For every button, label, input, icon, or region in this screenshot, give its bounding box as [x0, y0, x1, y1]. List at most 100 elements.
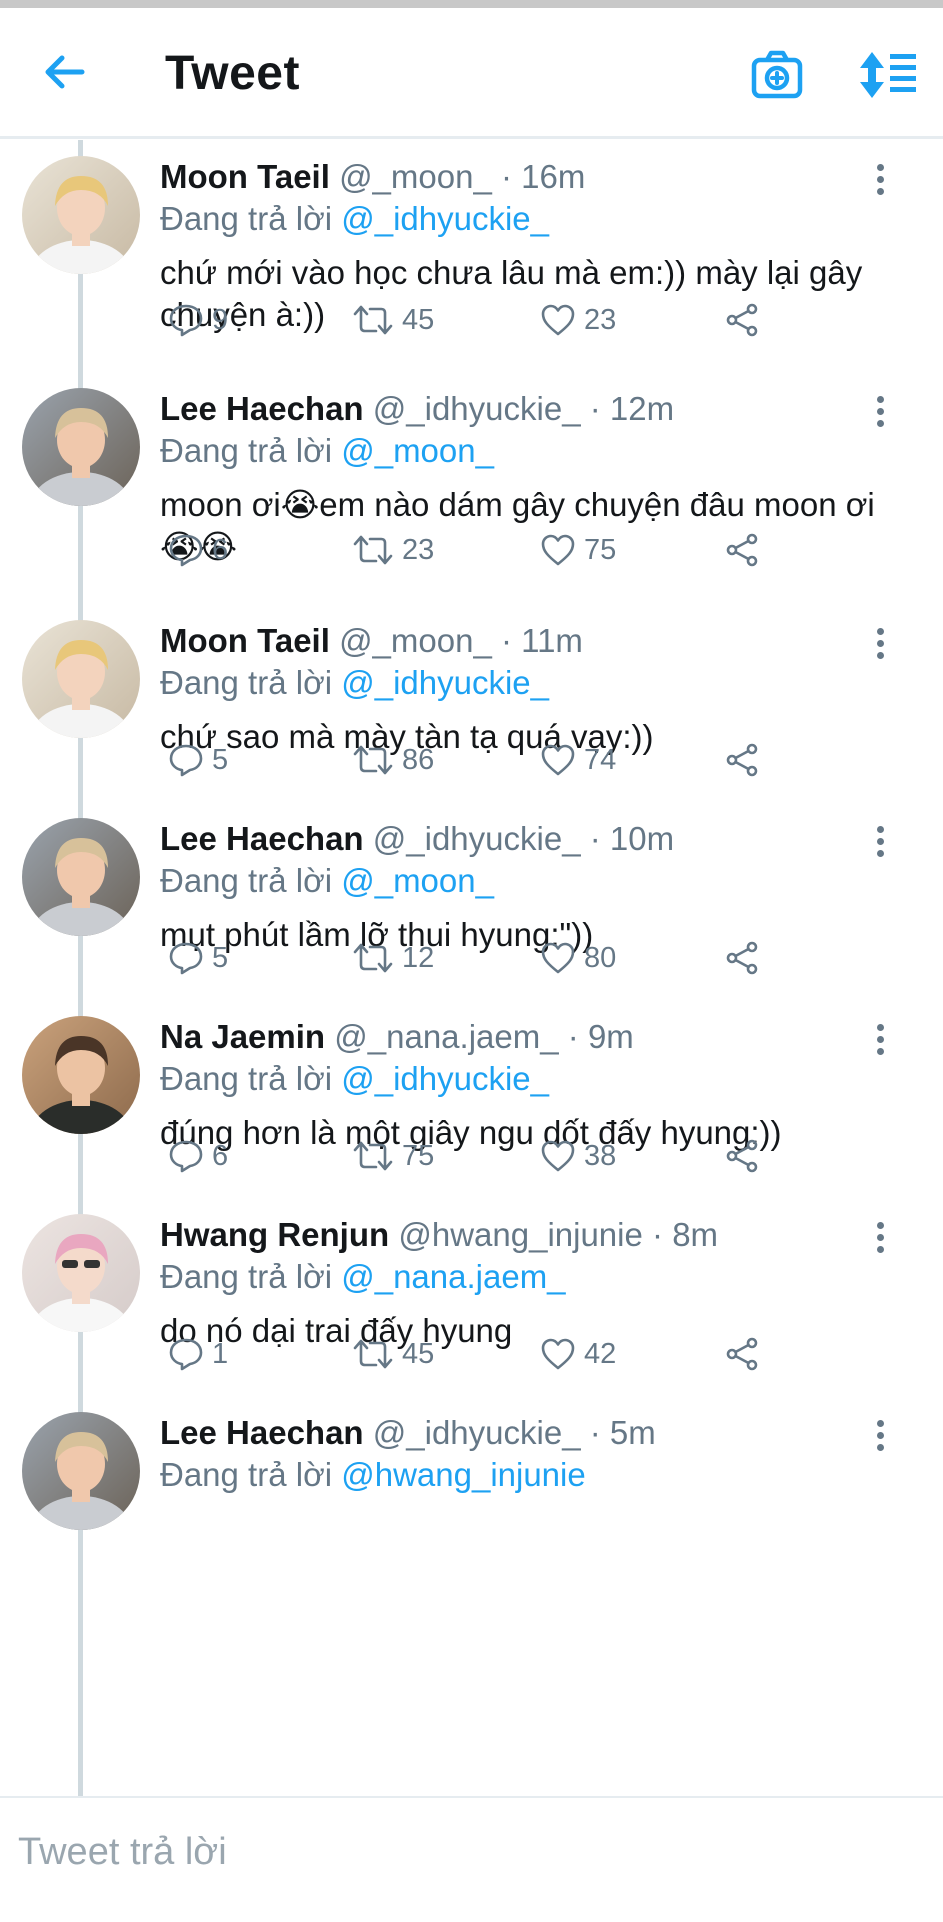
heart-icon [540, 533, 576, 567]
tweet-actions: 1 45 42 [160, 1332, 780, 1376]
author-name[interactable]: Na Jaemin [160, 1018, 325, 1055]
replying-to-label: Đang trả lời [160, 432, 333, 469]
like-button[interactable]: 42 [532, 1332, 616, 1376]
tweet-header: Lee Haechan @_idhyuckie_ · 12m [160, 390, 674, 428]
camera-button[interactable] [750, 48, 804, 102]
author-name[interactable]: Lee Haechan [160, 390, 364, 427]
tweet-item[interactable]: Moon Taeil @_moon_ · 11m Đang trả lời @_… [0, 604, 943, 802]
retweet-icon [352, 743, 394, 777]
replying-to: Đang trả lời @_idhyuckie_ [160, 200, 549, 238]
retweet-button[interactable]: 45 [344, 1332, 434, 1376]
like-button[interactable]: 38 [532, 1134, 616, 1178]
more-options-button[interactable] [868, 628, 892, 664]
separator-dot: · [567, 1018, 579, 1055]
author-handle[interactable]: @_nana.jaem_ [334, 1018, 558, 1055]
retweet-button[interactable]: 23 [344, 528, 434, 572]
author-name[interactable]: Hwang Renjun [160, 1216, 389, 1253]
more-options-button[interactable] [868, 1222, 892, 1258]
reply-button[interactable]: 5 [160, 738, 228, 782]
replying-to-handle[interactable]: @_idhyuckie_ [341, 1060, 549, 1097]
heart-icon [540, 303, 576, 337]
author-name[interactable]: Lee Haechan [160, 820, 364, 857]
author-name[interactable]: Lee Haechan [160, 1414, 364, 1451]
avatar[interactable] [22, 1214, 140, 1332]
share-button[interactable] [716, 738, 760, 782]
avatar[interactable] [22, 156, 140, 274]
more-options-button[interactable] [868, 826, 892, 862]
share-icon [724, 940, 760, 976]
more-vertical-icon [868, 628, 892, 659]
replying-to: Đang trả lời @_idhyuckie_ [160, 664, 549, 702]
share-button[interactable] [716, 298, 760, 342]
like-button[interactable]: 74 [532, 738, 616, 782]
more-options-button[interactable] [868, 1024, 892, 1060]
retweet-button[interactable]: 12 [344, 936, 434, 980]
author-name[interactable]: Moon Taeil [160, 158, 330, 195]
like-button[interactable]: 75 [532, 528, 616, 572]
like-button[interactable]: 80 [532, 936, 616, 980]
share-button[interactable] [716, 1134, 760, 1178]
more-options-button[interactable] [868, 1420, 892, 1456]
author-name[interactable]: Moon Taeil [160, 622, 330, 659]
tweet-item[interactable]: Moon Taeil @_moon_ · 16m Đang trả lời @_… [0, 140, 943, 372]
back-button[interactable] [40, 50, 90, 94]
author-handle[interactable]: @_moon_ [339, 158, 492, 195]
replying-to-handle[interactable]: @_nana.jaem_ [341, 1258, 565, 1295]
author-handle[interactable]: @hwang_injunie [398, 1216, 643, 1253]
reply-composer [0, 1796, 943, 1922]
like-count: 23 [584, 303, 617, 336]
reply-count: 6 [212, 533, 229, 566]
retweet-button[interactable]: 45 [344, 298, 434, 342]
tweet-header: Na Jaemin @_nana.jaem_ · 9m [160, 1018, 634, 1056]
reply-button[interactable]: 6 [160, 1134, 228, 1178]
avatar[interactable] [22, 388, 140, 506]
retweet-button[interactable]: 75 [344, 1134, 434, 1178]
retweet-count: 23 [402, 533, 435, 566]
share-button[interactable] [716, 936, 760, 980]
replying-to-handle[interactable]: @_moon_ [341, 862, 494, 899]
reply-thread: Moon Taeil @_moon_ · 16m Đang trả lời @_… [0, 140, 943, 1796]
like-count: 74 [584, 743, 617, 776]
heart-icon [540, 743, 576, 777]
share-icon [724, 302, 760, 338]
tweet-actions: 5 86 74 [160, 738, 780, 782]
author-handle[interactable]: @_idhyuckie_ [373, 1414, 581, 1451]
reply-button[interactable]: 5 [160, 936, 228, 980]
replying-to-handle[interactable]: @_idhyuckie_ [341, 664, 549, 701]
reply-count: 5 [212, 941, 229, 974]
replying-to-label: Đang trả lời [160, 664, 333, 701]
tweet-time: 8m [672, 1216, 719, 1253]
avatar[interactable] [22, 1016, 140, 1134]
reply-button[interactable]: 9 [160, 298, 228, 342]
reply-count: 9 [212, 303, 229, 336]
author-handle[interactable]: @_idhyuckie_ [373, 390, 581, 427]
author-handle[interactable]: @_idhyuckie_ [373, 820, 581, 857]
reply-input[interactable] [18, 1824, 898, 1880]
tweet-item[interactable]: Hwang Renjun @hwang_injunie · 8m Đang tr… [0, 1198, 943, 1396]
tweet-time: 12m [609, 390, 675, 427]
share-button[interactable] [716, 1332, 760, 1376]
replying-to-handle[interactable]: @_idhyuckie_ [341, 200, 549, 237]
heart-icon [540, 1139, 576, 1173]
reply-button[interactable]: 1 [160, 1332, 228, 1376]
replying-to-handle[interactable]: @hwang_injunie [341, 1456, 586, 1493]
more-options-button[interactable] [868, 164, 892, 200]
tweet-item[interactable]: Lee Haechan @_idhyuckie_ · 12m Đang trả … [0, 372, 943, 604]
tweet-item[interactable]: Na Jaemin @_nana.jaem_ · 9m Đang trả lời… [0, 1000, 943, 1198]
separator-dot: · [501, 158, 512, 195]
avatar[interactable] [22, 620, 140, 738]
more-options-button[interactable] [868, 396, 892, 432]
reply-icon [168, 532, 204, 568]
avatar[interactable] [22, 818, 140, 936]
avatar[interactable] [22, 1412, 140, 1530]
tweet-item[interactable]: Lee Haechan @_idhyuckie_ · 10m Đang trả … [0, 802, 943, 1000]
like-button[interactable]: 23 [532, 298, 616, 342]
tweet-item[interactable]: Lee Haechan @_idhyuckie_ · 5m Đang trả l… [0, 1396, 943, 1796]
replying-to-handle[interactable]: @_moon_ [341, 432, 494, 469]
share-button[interactable] [716, 528, 760, 572]
retweet-button[interactable]: 86 [344, 738, 434, 782]
sort-button[interactable] [858, 48, 918, 102]
tweet-header: Lee Haechan @_idhyuckie_ · 5m [160, 1414, 656, 1452]
reply-button[interactable]: 6 [160, 528, 228, 572]
author-handle[interactable]: @_moon_ [339, 622, 492, 659]
